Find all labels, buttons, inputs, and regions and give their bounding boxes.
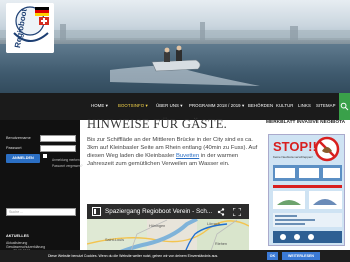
share-icon[interactable]	[217, 208, 225, 216]
forgot-password-link[interactable]: Passwort vergessen?	[52, 164, 82, 168]
paragraph-line: Jahreszeit zum gemütlichen Verweilen am …	[87, 161, 230, 167]
map-label: Riehen	[215, 242, 228, 246]
map-label: Hüningen	[149, 224, 166, 228]
map-label: Lörrach	[207, 222, 220, 226]
username-label: Benutzername	[6, 136, 31, 140]
buvetten-link[interactable]: Buvetten	[176, 153, 199, 159]
remember-checkbox[interactable]	[43, 154, 47, 158]
nav-item-behoerden[interactable]: BEHÖRDEN	[248, 103, 273, 108]
username-field[interactable]	[40, 135, 76, 142]
paragraph-text: diesen Weg laden die Kleinbasler	[87, 153, 176, 159]
news-heading: AKTUELLES	[6, 234, 29, 238]
nav-item-sitemap[interactable]: SITEMAP	[316, 103, 336, 108]
nav-item-programm[interactable]: PROGRAMM 2018 / 2019 ▾	[189, 103, 244, 109]
nav-item-links[interactable]: LINKS	[298, 103, 311, 108]
main-navigation: HOME ▾ BOOTSINFO ▾ ÜBER UNS ▾ PROGRAMM 2…	[0, 93, 350, 120]
neobiota-poster[interactable]: STOP!! Keine Neobiota verschleppen!	[268, 134, 345, 246]
cookie-ok-button[interactable]: OK	[267, 252, 278, 260]
site-logo[interactable]: Regioboot	[6, 3, 54, 53]
paragraph-line: Bis zur Schiffläde an der Mittleren Brüc…	[87, 137, 253, 143]
paragraph-line: diesen Weg laden die Kleinbasler Buvette…	[87, 153, 238, 159]
password-label: Passwort	[6, 146, 22, 150]
cookie-read-more-button[interactable]: WEITERLESEN	[282, 252, 320, 260]
nav-item-home[interactable]: HOME ▾	[91, 103, 108, 109]
map-title[interactable]: Spaziergang Regioboot Verein - Sch...	[105, 208, 212, 215]
nav-item-bootsinfo[interactable]: BOOTSINFO ▾	[118, 103, 148, 109]
password-field[interactable]	[40, 145, 76, 152]
paragraph-text: in der warmen	[199, 153, 239, 159]
cookie-text: Diese Website benutzt Cookies. Wenn du d…	[48, 254, 219, 258]
paragraph-line: 3km auf Kleinbasler Seite am Rhein entla…	[87, 145, 258, 151]
nav-item-ueber-uns[interactable]: ÜBER UNS ▾	[156, 103, 183, 109]
nav-item-kultur[interactable]: KULTUR	[276, 103, 293, 108]
sidebar-search-input[interactable]: Suche ...	[6, 208, 76, 216]
fullscreen-icon[interactable]	[233, 208, 241, 216]
poster-graphic	[273, 136, 342, 243]
map-label: Saint-Louis	[105, 238, 124, 242]
remember-label: Anmeldung merken	[52, 158, 80, 162]
login-button[interactable]: ANMELDEN	[6, 154, 40, 163]
page-title: HINWEISE FÜR GÄSTE.	[87, 117, 228, 131]
nav-search-button[interactable]	[339, 93, 350, 120]
header-banner: Regioboot	[0, 0, 350, 93]
map-header: Spaziergang Regioboot Verein - Sch...	[87, 204, 249, 219]
search-icon	[340, 102, 349, 111]
map-icon	[92, 207, 101, 216]
cookie-banner: Diese Website benutzt Cookies. Wenn du d…	[0, 250, 350, 262]
sidebar-widget-title: MERKBLATT INVASIVE NEOBIOTA	[266, 120, 346, 125]
